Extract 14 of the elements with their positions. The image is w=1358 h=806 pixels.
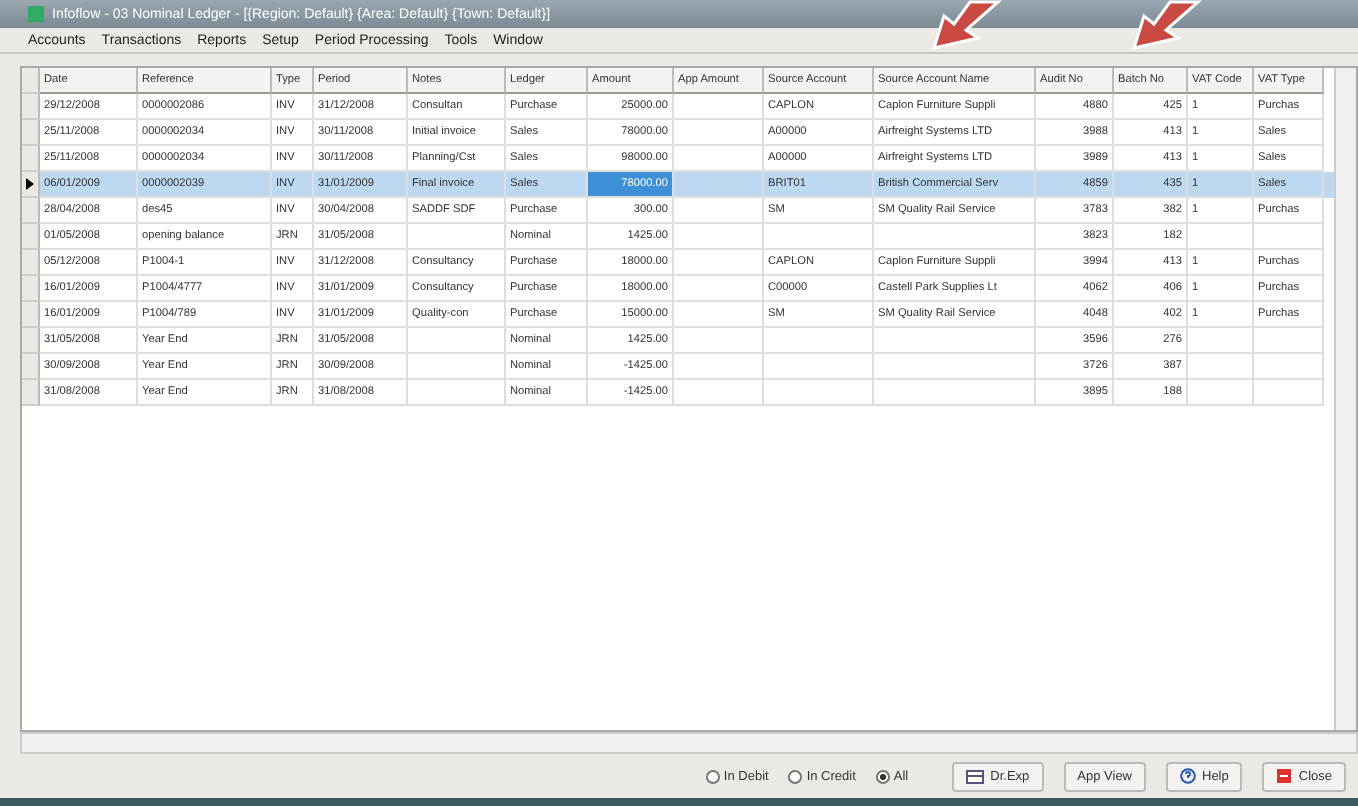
row-header[interactable] bbox=[22, 172, 40, 198]
table-cell bbox=[674, 380, 764, 406]
app-icon bbox=[28, 6, 44, 22]
table-icon bbox=[966, 769, 985, 783]
vertical-scrollbar[interactable] bbox=[1334, 68, 1356, 730]
horizontal-scrollbar[interactable] bbox=[20, 732, 1358, 754]
help-icon bbox=[1180, 768, 1196, 784]
table-cell bbox=[764, 380, 874, 406]
table-cell bbox=[1254, 380, 1324, 406]
close-icon bbox=[1276, 768, 1293, 784]
table-cell bbox=[408, 380, 506, 406]
row-header bbox=[22, 68, 40, 94]
row-pointer-icon bbox=[26, 178, 34, 190]
table-cell bbox=[1188, 380, 1254, 406]
